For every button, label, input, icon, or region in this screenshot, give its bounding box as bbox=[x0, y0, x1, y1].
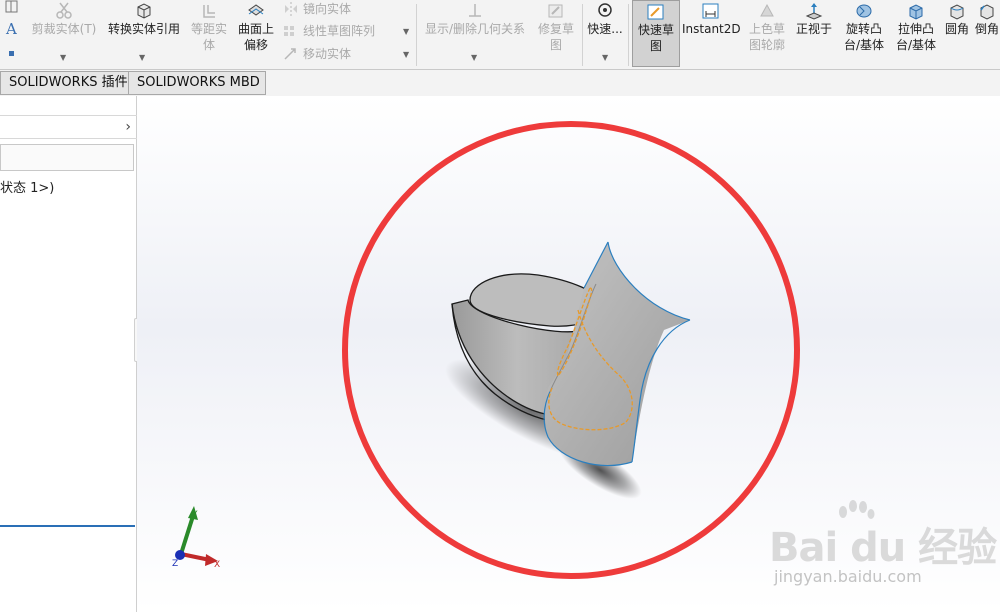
panel-selection-line bbox=[0, 525, 135, 527]
ribbon-separator bbox=[416, 4, 417, 66]
normal-to-icon bbox=[805, 3, 823, 20]
linear-sketch-pattern-label: 线性草图阵列 bbox=[303, 24, 376, 38]
extrude-icon bbox=[909, 4, 923, 20]
normal-to-button[interactable]: 正视于 bbox=[792, 2, 836, 37]
scissors-icon bbox=[56, 2, 72, 19]
revolve-label-1: 旋转凸 bbox=[845, 22, 882, 36]
shaded-sketch-contours-button[interactable]: 上色草 图轮廓 bbox=[744, 2, 790, 53]
offset-entities-button[interactable]: 等距实 体 bbox=[187, 2, 231, 53]
triad-z-label: Z bbox=[172, 559, 178, 569]
revolve-label-2: 台/基体 bbox=[843, 38, 885, 52]
mirror-icon bbox=[285, 2, 297, 16]
repair-sketch-button[interactable]: 修复草 图 bbox=[534, 2, 578, 53]
watermark-brand-text: Bai du 经验 bbox=[769, 525, 997, 571]
mirror-entities-label: 镜向实体 bbox=[303, 2, 352, 16]
convert-entities-label: 转换实体引用 bbox=[107, 22, 180, 36]
offset-icon bbox=[203, 5, 215, 18]
quick-snaps-label: 快速... bbox=[587, 22, 623, 36]
feature-manager-panel: › 状态 1>) bbox=[0, 96, 137, 612]
instant2d-button[interactable]: Instant2D bbox=[682, 2, 741, 37]
shaded-sketch-contours-label-2: 图轮廓 bbox=[748, 38, 785, 52]
convert-entities-button[interactable]: 转换实体引用 bbox=[104, 2, 184, 37]
feature-tree-filter-input[interactable] bbox=[0, 144, 134, 171]
tab-solidworks-addins[interactable]: SOLIDWORKS 插件 bbox=[0, 71, 129, 95]
svg-text:A: A bbox=[5, 21, 17, 37]
repair-sketch-label-2: 图 bbox=[549, 38, 562, 52]
panel-header-row[interactable]: › bbox=[0, 115, 137, 139]
chamfer-label: 倒角 bbox=[974, 22, 999, 36]
move-dropdown-caret[interactable]: ▼ bbox=[403, 50, 409, 59]
ribbon-separator bbox=[628, 4, 629, 66]
grid-icon[interactable] bbox=[5, 0, 19, 14]
offset-on-surface-button[interactable]: 曲面上 偏移 bbox=[233, 2, 279, 53]
fillet-label: 圆角 bbox=[944, 22, 969, 36]
instant2d-icon bbox=[702, 3, 719, 19]
quick-snaps-dropdown-caret[interactable]: ▼ bbox=[602, 53, 608, 62]
relations-icon bbox=[469, 4, 481, 17]
quick-snaps-button[interactable]: 快速... bbox=[584, 2, 626, 37]
extrude-label-2: 台/基体 bbox=[895, 38, 937, 52]
linear-sketch-pattern-button[interactable]: 线性草图阵列 bbox=[283, 23, 375, 39]
chamfer-button[interactable]: 倒角 bbox=[974, 2, 1000, 37]
rapid-sketch-label-1: 快速草 bbox=[637, 23, 674, 37]
baidu-jingyan-watermark: Bai du 经验 jingyan.baidu.com bbox=[763, 498, 1000, 598]
offset-entities-label-1: 等距实 bbox=[190, 22, 227, 36]
ribbon-separator bbox=[582, 4, 583, 66]
move-icon bbox=[284, 48, 296, 60]
fillet-button[interactable]: 圆角 bbox=[942, 2, 972, 37]
repair-sketch-label-1: 修复草 bbox=[537, 22, 574, 36]
command-manager-ribbon: A 剪裁实体(T) ▼ 转换实体引用 ▼ 等距实 体 曲面上 偏移 镜向实体 线… bbox=[0, 0, 1000, 70]
offset-on-surface-label-1: 曲面上 bbox=[237, 22, 274, 36]
relations-dropdown-caret[interactable]: ▼ bbox=[471, 53, 477, 62]
quick-snaps-icon bbox=[598, 3, 612, 17]
trim-entities-label: 剪裁实体(T) bbox=[31, 22, 97, 36]
convert-cube-icon bbox=[137, 3, 151, 19]
triad-y-label: Y bbox=[191, 510, 198, 520]
move-entities-label: 移动实体 bbox=[303, 47, 352, 61]
chevron-right-icon[interactable]: › bbox=[125, 119, 131, 135]
offset-on-surface-label-2: 偏移 bbox=[243, 38, 268, 52]
triad-x-label: X bbox=[214, 560, 220, 570]
display-delete-relations-label: 显示/删除几何关系 bbox=[424, 22, 526, 36]
instant2d-label: Instant2D bbox=[682, 22, 741, 36]
linear-pattern-icon bbox=[284, 26, 294, 36]
rapid-sketch-icon bbox=[647, 4, 664, 20]
fillet-icon bbox=[950, 4, 964, 20]
extrude-boss-base-button[interactable]: 拉伸凸 台/基体 bbox=[892, 2, 940, 53]
shaded-contour-icon bbox=[760, 3, 774, 17]
rapid-sketch-button[interactable]: 快速草 图 bbox=[632, 0, 680, 67]
revolve-boss-base-button[interactable]: 旋转凸 台/基体 bbox=[840, 2, 888, 53]
trim-entities-button[interactable]: 剪裁实体(T) bbox=[26, 2, 102, 37]
tab-solidworks-mbd[interactable]: SOLIDWORKS MBD bbox=[128, 71, 266, 95]
point-icon[interactable] bbox=[8, 50, 16, 58]
extrude-label-1: 拉伸凸 bbox=[897, 22, 934, 36]
shaded-sketch-contours-label-1: 上色草 bbox=[748, 22, 785, 36]
linear-pattern-dropdown-caret[interactable]: ▼ bbox=[403, 27, 409, 36]
watermark-url-text: jingyan.baidu.com bbox=[774, 567, 922, 586]
text-icon[interactable]: A bbox=[5, 21, 19, 37]
convert-dropdown-caret[interactable]: ▼ bbox=[139, 53, 145, 62]
reference-triad[interactable]: Y X Z bbox=[172, 506, 220, 570]
repair-sketch-icon bbox=[548, 4, 563, 18]
revolve-icon bbox=[856, 4, 872, 18]
move-entities-button[interactable]: 移动实体 bbox=[283, 46, 351, 62]
offset-entities-label-2: 体 bbox=[202, 38, 215, 52]
rapid-sketch-label-2: 图 bbox=[649, 39, 662, 53]
offset-surface-icon bbox=[248, 4, 264, 16]
chamfer-icon bbox=[980, 4, 994, 20]
display-delete-relations-button[interactable]: 显示/删除几何关系 bbox=[418, 2, 532, 37]
configuration-state-text: 状态 1>) bbox=[0, 181, 55, 196]
normal-to-label: 正视于 bbox=[795, 22, 832, 36]
trim-dropdown-caret[interactable]: ▼ bbox=[60, 53, 66, 62]
mirror-entities-button[interactable]: 镜向实体 bbox=[283, 1, 351, 17]
